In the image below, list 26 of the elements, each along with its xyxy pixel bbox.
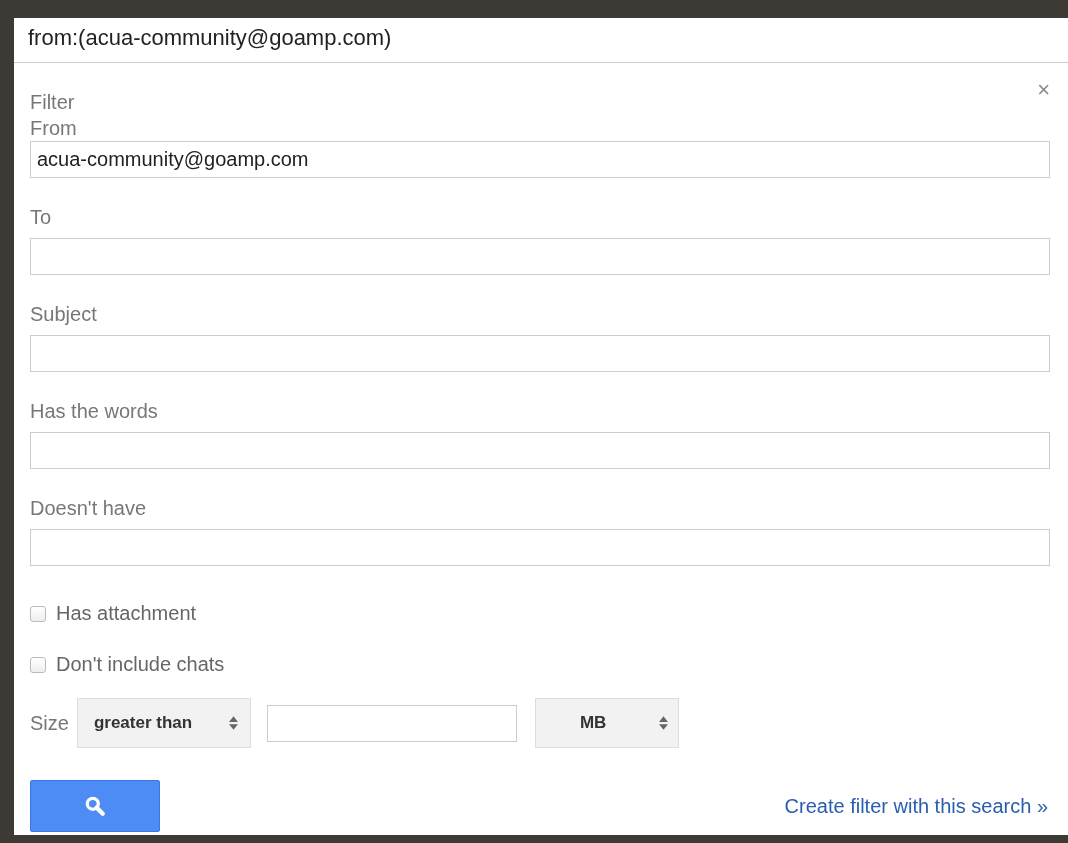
updown-icon (658, 715, 668, 731)
search-icon (84, 795, 106, 817)
size-input-field[interactable] (266, 704, 517, 742)
checkbox[interactable] (30, 656, 46, 673)
create-filter-link[interactable]: Create filter with this search » (784, 794, 1048, 818)
input-field[interactable] (30, 238, 1050, 275)
field-label: To (30, 205, 53, 230)
input-field[interactable] (30, 432, 1050, 469)
checkbox-label: Don't include chats (56, 653, 225, 676)
checkbox-label: Has attachment (56, 602, 197, 625)
close-icon[interactable]: × (1037, 83, 1050, 115)
unit-select[interactable]: MB (534, 698, 679, 748)
input-field[interactable] (30, 335, 1050, 372)
comparison-select[interactable]: greater than (76, 698, 251, 748)
search-field[interactable]: from:(acua-community@goamp.com) (14, 18, 1068, 63)
size-label: Size (30, 711, 69, 736)
input-field[interactable] (30, 529, 1050, 566)
updown-icon (228, 715, 238, 731)
checkbox[interactable] (30, 605, 46, 622)
field-label: Doesn't have (30, 496, 148, 521)
field-label: From (30, 116, 78, 141)
dialog-heading: Filter (30, 90, 75, 115)
search-button[interactable] (30, 780, 160, 832)
field-label: Has the words (30, 399, 159, 424)
input-field[interactable]: acua-community@goamp.com (30, 141, 1050, 178)
field-label: Subject (30, 302, 98, 327)
